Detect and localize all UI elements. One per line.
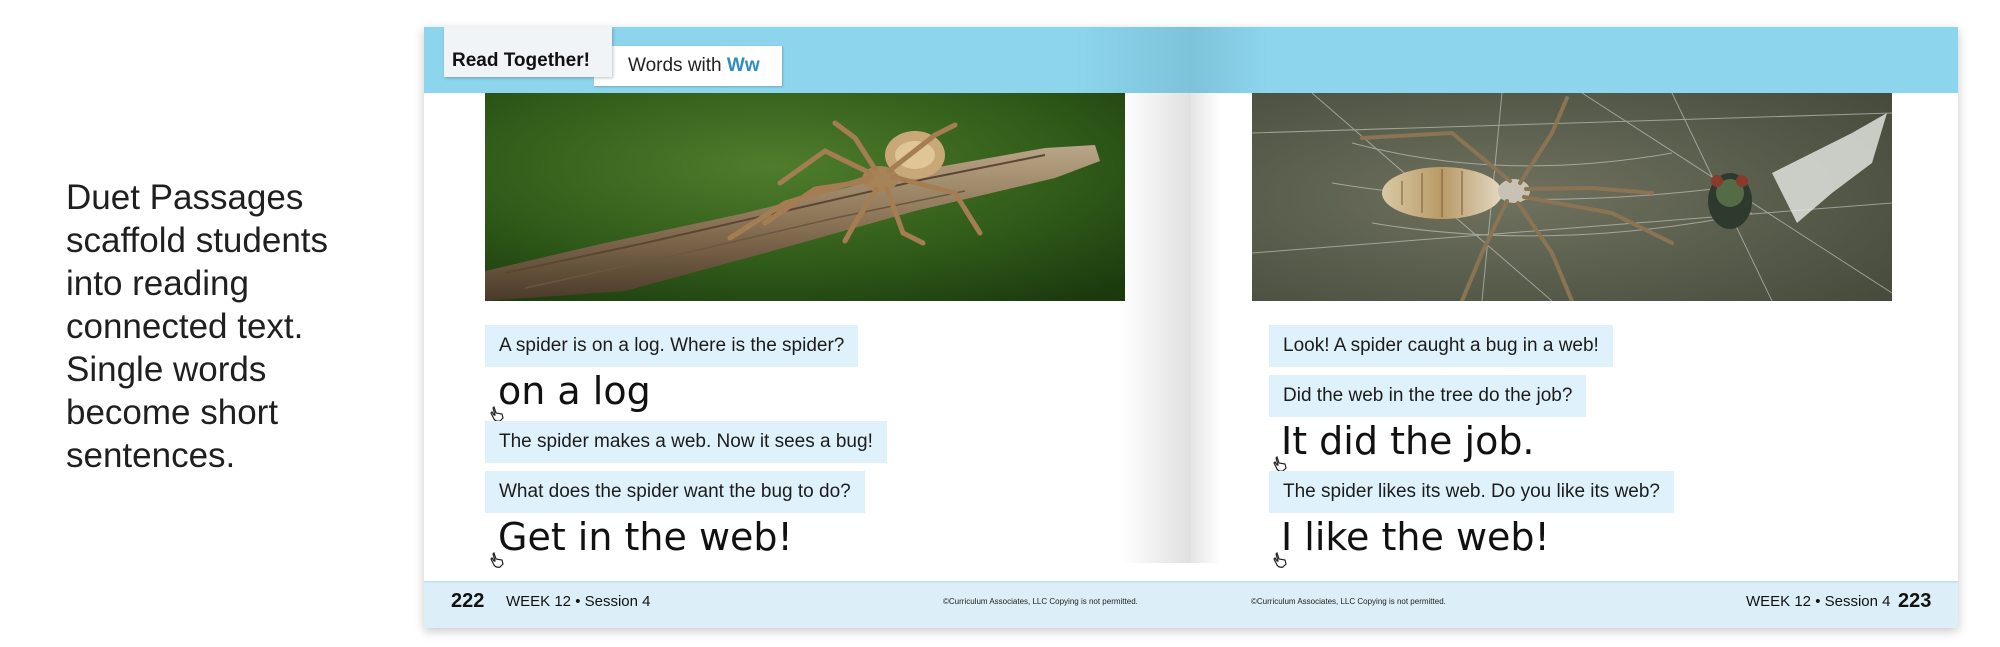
pointing-hand-icon (490, 552, 504, 568)
right-footer: ©Curriculum Associates, LLC Copying is n… (1191, 581, 1958, 628)
page-number: 223 (1898, 590, 1932, 612)
caption-line: scaffold students (66, 221, 329, 260)
gutter-shadow (1191, 93, 1221, 563)
spider-in-web-photo (1252, 93, 1892, 301)
caption-line: connected text. (66, 307, 304, 346)
gutter-shadow (1121, 93, 1191, 563)
answer-line-2: Get in the web! (498, 515, 793, 559)
caption-text: Duet Passages scaffold students into rea… (66, 176, 366, 477)
read-together-tab: Read Together! (444, 27, 612, 77)
caption-line: sentences. (66, 436, 236, 475)
words-with-letter: Ww (726, 55, 760, 76)
answer-line-1: It did the job. (1281, 419, 1535, 463)
passage-line-1: A spider is on a log. Where is the spide… (485, 325, 859, 367)
passage-line-2: The spider makes a web. Now it sees a bu… (485, 421, 887, 463)
words-with-prefix: Words with (628, 55, 727, 76)
caption-line: become short (66, 393, 279, 432)
page-number: 222 (451, 590, 485, 612)
passage-line-3: What does the spider want the bug to do? (485, 471, 865, 513)
week-session: WEEK 12 • Session 4 (1746, 593, 1891, 610)
caption-line: Single words (66, 350, 267, 389)
words-with-tab: Words with Ww (594, 46, 782, 86)
copyright: ©Curriculum Associates, LLC Copying is n… (943, 597, 1138, 606)
left-footer: 222 WEEK 12 • Session 4 ©Curriculum Asso… (424, 581, 1191, 628)
passage-line-2: Did the web in the tree do the job? (1269, 375, 1587, 417)
pointing-hand-icon (1273, 552, 1287, 568)
header-band (1191, 27, 1958, 93)
left-page: Words with Ww Read Together! A spider is… (424, 27, 1191, 628)
copyright: ©Curriculum Associates, LLC Copying is n… (1251, 597, 1446, 606)
week-session: WEEK 12 • Session 4 (506, 593, 651, 610)
answer-line-1: on a log (498, 369, 651, 413)
caption-line: into reading (66, 264, 249, 303)
spider-on-log-photo (485, 93, 1125, 301)
passage-line-1: Look! A spider caught a bug in a web! (1269, 325, 1613, 367)
answer-line-2: I like the web! (1281, 515, 1550, 559)
book-spread: Words with Ww Read Together! A spider is… (424, 27, 1958, 628)
right-page: Look! A spider caught a bug in a web! Di… (1191, 27, 1958, 628)
caption-line: Duet Passages (66, 178, 304, 217)
passage-line-3: The spider likes its web. Do you like it… (1269, 471, 1674, 513)
